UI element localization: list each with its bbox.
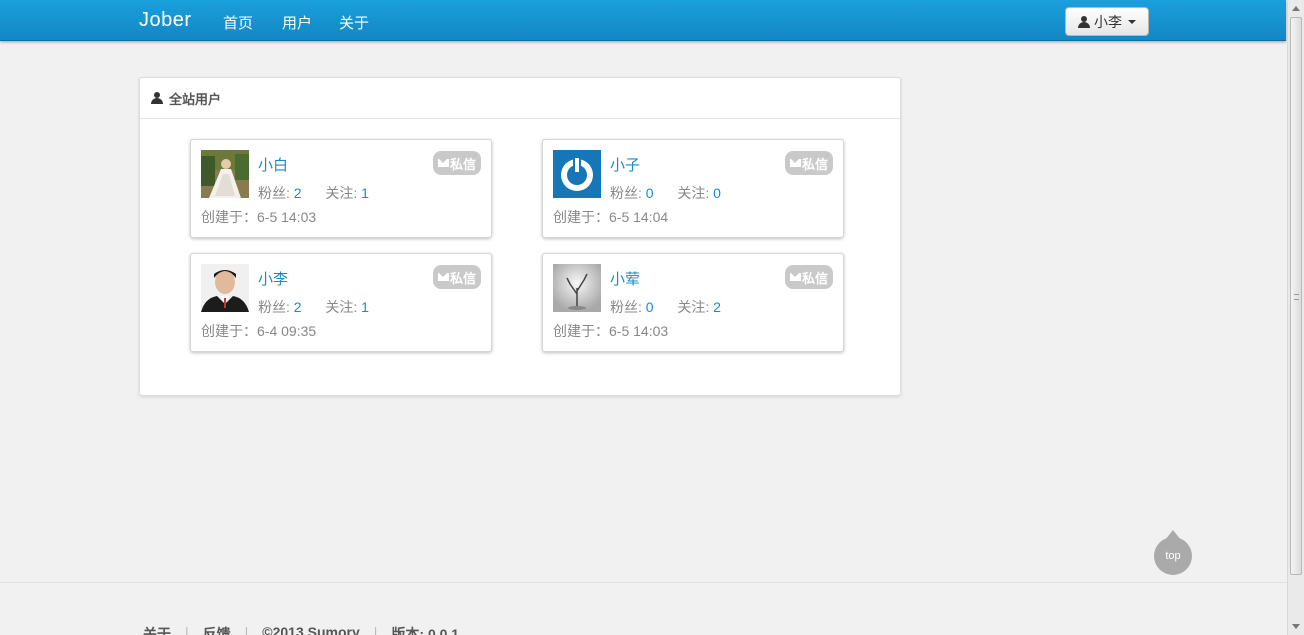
- follow-count[interactable]: 0: [713, 185, 721, 201]
- message-label: 私信: [801, 270, 828, 286]
- created-time: 创建于：6-5 14:03: [553, 321, 668, 341]
- avatar[interactable]: [553, 150, 601, 198]
- created-value: 6-4 09:35: [257, 323, 317, 339]
- created-label: 创建于：: [553, 323, 609, 339]
- created-value: 6-5 14:04: [609, 209, 669, 225]
- envelope-icon: [437, 273, 449, 281]
- scroll-up-arrow-icon[interactable]: [1292, 6, 1300, 11]
- follow-label: 关注:: [325, 299, 358, 315]
- users-panel: 全站用户 小白 粉丝: 2 关注: 1 创建于：6-5 14:03 私信 小子 …: [139, 77, 901, 396]
- fans-label: 粉丝:: [258, 185, 290, 201]
- scroll-grip-icon: [1294, 294, 1299, 300]
- nav-home[interactable]: 首页: [223, 12, 253, 33]
- footer-separator: |: [373, 624, 378, 635]
- user-stats: 粉丝: 2 关注: 1: [258, 297, 369, 317]
- panel-header: 全站用户: [140, 78, 900, 119]
- avatar[interactable]: [201, 264, 249, 312]
- user-stats: 粉丝: 2 关注: 1: [258, 183, 369, 203]
- user-stats: 粉丝: 0 关注: 2: [610, 297, 721, 317]
- footer-about-link[interactable]: 关于: [143, 624, 171, 635]
- fans-label: 粉丝:: [258, 299, 290, 315]
- created-value: 6-5 14:03: [609, 323, 669, 339]
- top-label: top: [1165, 550, 1181, 562]
- footer-version: 版本: 0.0.1: [391, 626, 460, 635]
- scroll-down-arrow-icon[interactable]: [1292, 624, 1300, 629]
- fans-label: 粉丝:: [610, 185, 642, 201]
- message-button[interactable]: 私信: [785, 151, 833, 175]
- follow-count[interactable]: 2: [713, 299, 721, 315]
- message-button[interactable]: 私信: [433, 151, 481, 175]
- back-to-top-button[interactable]: top: [1154, 530, 1192, 575]
- fans-count[interactable]: 0: [646, 185, 654, 201]
- user-name[interactable]: 小白: [258, 154, 288, 175]
- follow-label: 关注:: [325, 185, 358, 201]
- created-time: 创建于：6-5 14:04: [553, 207, 668, 227]
- follow-count[interactable]: 1: [361, 185, 369, 201]
- user-stats: 粉丝: 0 关注: 0: [610, 183, 721, 203]
- envelope-icon: [789, 273, 801, 281]
- envelope-icon: [789, 159, 801, 167]
- nav-users[interactable]: 用户: [282, 12, 312, 33]
- user-menu-label: 小李: [1094, 13, 1122, 30]
- scroll-thumb[interactable]: [1290, 17, 1302, 575]
- caret-down-icon: [1128, 19, 1136, 24]
- user-menu-button[interactable]: 小李: [1065, 7, 1149, 36]
- user-card: 小白 粉丝: 2 关注: 1 创建于：6-5 14:03 私信: [190, 139, 492, 238]
- created-label: 创建于：: [201, 209, 257, 225]
- user-card: 小荤 粉丝: 0 关注: 2 创建于：6-5 14:03 私信: [542, 253, 844, 352]
- message-label: 私信: [449, 156, 476, 172]
- envelope-icon: [437, 159, 449, 167]
- message-button[interactable]: 私信: [785, 265, 833, 289]
- user-name[interactable]: 小荤: [610, 268, 640, 289]
- footer: 关于 | 反馈 | ©2013 Sumory | 版本: 0.0.1: [143, 624, 459, 635]
- footer-divider: [0, 582, 1287, 583]
- created-value: 6-5 14:03: [257, 209, 317, 225]
- message-label: 私信: [801, 156, 828, 172]
- nav-about[interactable]: 关于: [339, 12, 369, 33]
- brand-logo[interactable]: Jober: [139, 9, 192, 32]
- vertical-scrollbar[interactable]: [1287, 0, 1304, 635]
- created-label: 创建于：: [201, 323, 257, 339]
- footer-feedback-link[interactable]: 反馈: [203, 624, 231, 635]
- message-button[interactable]: 私信: [433, 265, 481, 289]
- follow-label: 关注:: [677, 299, 710, 315]
- footer-separator: |: [244, 624, 249, 635]
- user-card: 小李 粉丝: 2 关注: 1 创建于：6-4 09:35 私信: [190, 253, 492, 352]
- user-name[interactable]: 小子: [610, 154, 640, 175]
- user-name[interactable]: 小李: [258, 268, 288, 289]
- user-card: 小子 粉丝: 0 关注: 0 创建于：6-5 14:04 私信: [542, 139, 844, 238]
- panel-title: 全站用户: [169, 91, 222, 107]
- footer-separator: |: [185, 624, 189, 635]
- fans-count[interactable]: 2: [294, 185, 302, 201]
- follow-label: 关注:: [677, 185, 710, 201]
- user-icon: [151, 92, 163, 104]
- created-time: 创建于：6-4 09:35: [201, 321, 316, 341]
- fans-count[interactable]: 0: [646, 299, 654, 315]
- fans-count[interactable]: 2: [294, 299, 302, 315]
- avatar[interactable]: [201, 150, 249, 198]
- top-navbar: Jober 首页 用户 关于 小李: [0, 0, 1286, 41]
- user-icon: [1078, 15, 1090, 28]
- message-label: 私信: [449, 270, 476, 286]
- fans-label: 粉丝:: [610, 299, 642, 315]
- created-time: 创建于：6-5 14:03: [201, 207, 316, 227]
- avatar[interactable]: [553, 264, 601, 312]
- follow-count[interactable]: 1: [361, 299, 369, 315]
- created-label: 创建于：: [553, 209, 609, 225]
- footer-copyright: ©2013 Sumory: [262, 624, 360, 635]
